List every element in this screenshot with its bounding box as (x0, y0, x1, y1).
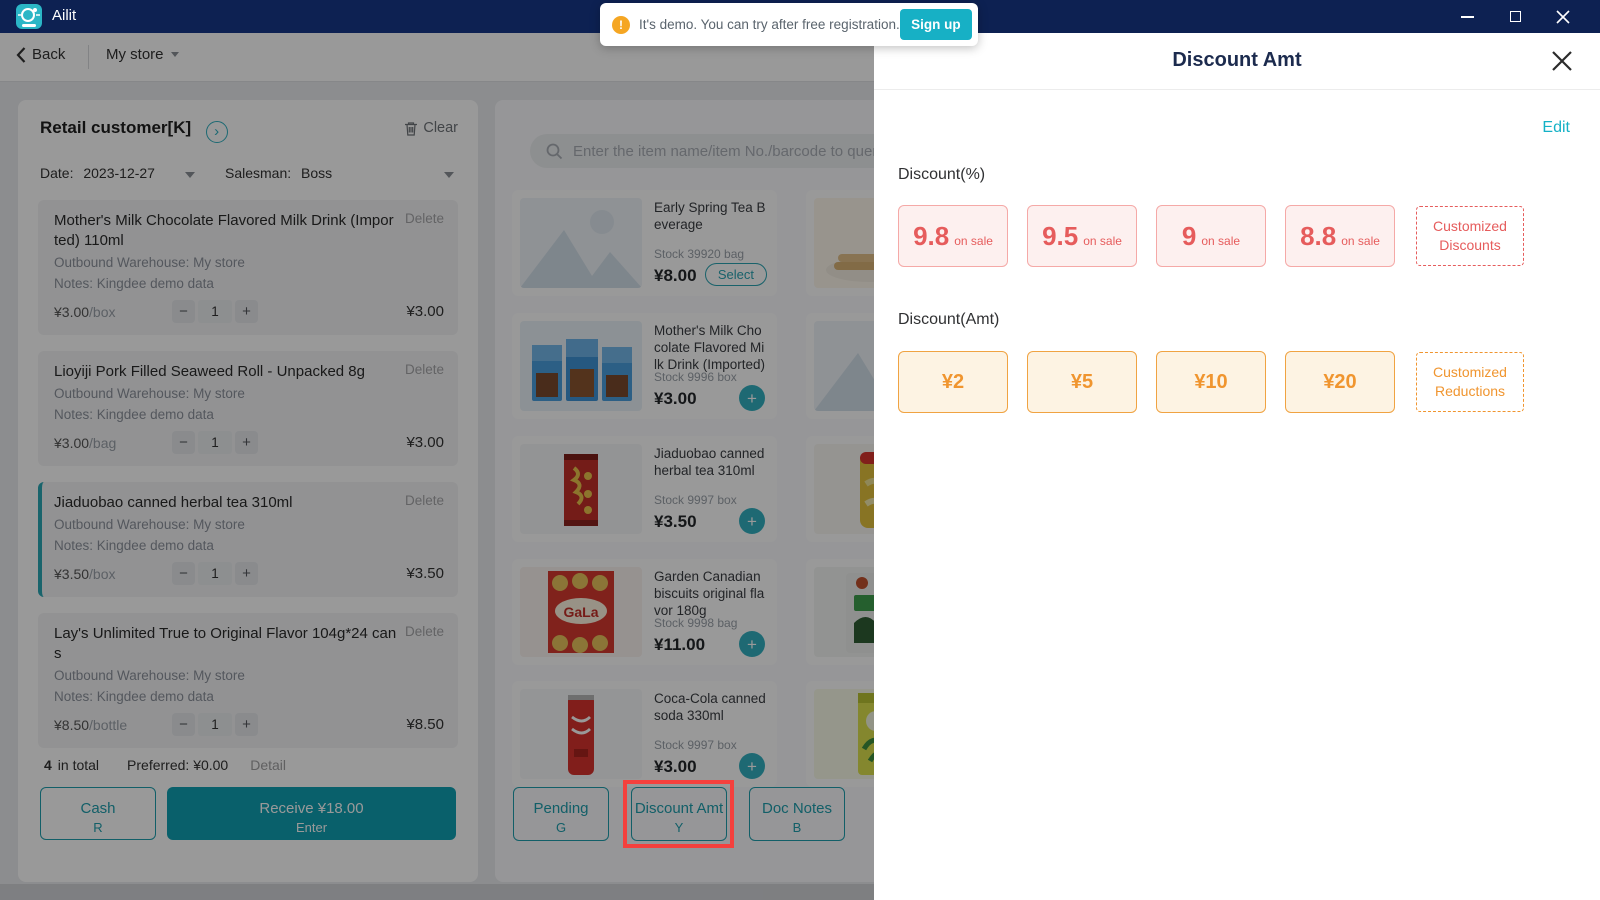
customized-reductions-button[interactable]: Customized Reductions (1416, 352, 1524, 412)
customized-discounts-button[interactable]: Customized Discounts (1416, 206, 1524, 266)
banner-text: It's demo. You can try after free regist… (639, 17, 900, 32)
discount-percent-option[interactable]: 9.5 on sale (1027, 205, 1137, 267)
discount-amount-label: Discount(Amt) (898, 311, 1000, 328)
discount-percent-option[interactable]: 9.8 on sale (898, 205, 1008, 267)
discount-percent-option[interactable]: 9 on sale (1156, 205, 1266, 267)
drawer-title: Discount Amt (1172, 49, 1302, 71)
overlay-mask[interactable] (0, 33, 874, 900)
app-logo-icon (16, 4, 42, 29)
discount-drawer: Discount Amt Edit Discount(%) 9.8 on sale… (874, 33, 1600, 900)
close-drawer-button[interactable] (1548, 48, 1576, 76)
app-title: Ailit (52, 7, 77, 24)
warning-icon: ! (612, 15, 630, 34)
window-minimize-button[interactable] (1444, 0, 1490, 33)
discount-percent-option[interactable]: 8.8 on sale (1285, 205, 1395, 267)
discount-amt-highlight-box (623, 780, 734, 848)
edit-link[interactable]: Edit (1542, 119, 1570, 137)
window-close-button[interactable] (1540, 0, 1586, 33)
discount-percent-label: Discount(%) (898, 166, 986, 183)
discount-amount-option[interactable]: ¥10 (1156, 351, 1266, 413)
discount-amount-option[interactable]: ¥2 (898, 351, 1008, 413)
sign-up-button[interactable]: Sign up (899, 9, 972, 40)
demo-banner: ! It's demo. You can try after free regi… (600, 3, 978, 46)
window-maximize-button[interactable] (1492, 0, 1538, 33)
app-window: Ailit Back My store Retail customer[K] › (0, 0, 1600, 900)
discount-amount-option[interactable]: ¥20 (1285, 351, 1395, 413)
drawer-header: Discount Amt (874, 33, 1600, 90)
close-icon (1552, 50, 1572, 71)
discount-amount-option[interactable]: ¥5 (1027, 351, 1137, 413)
